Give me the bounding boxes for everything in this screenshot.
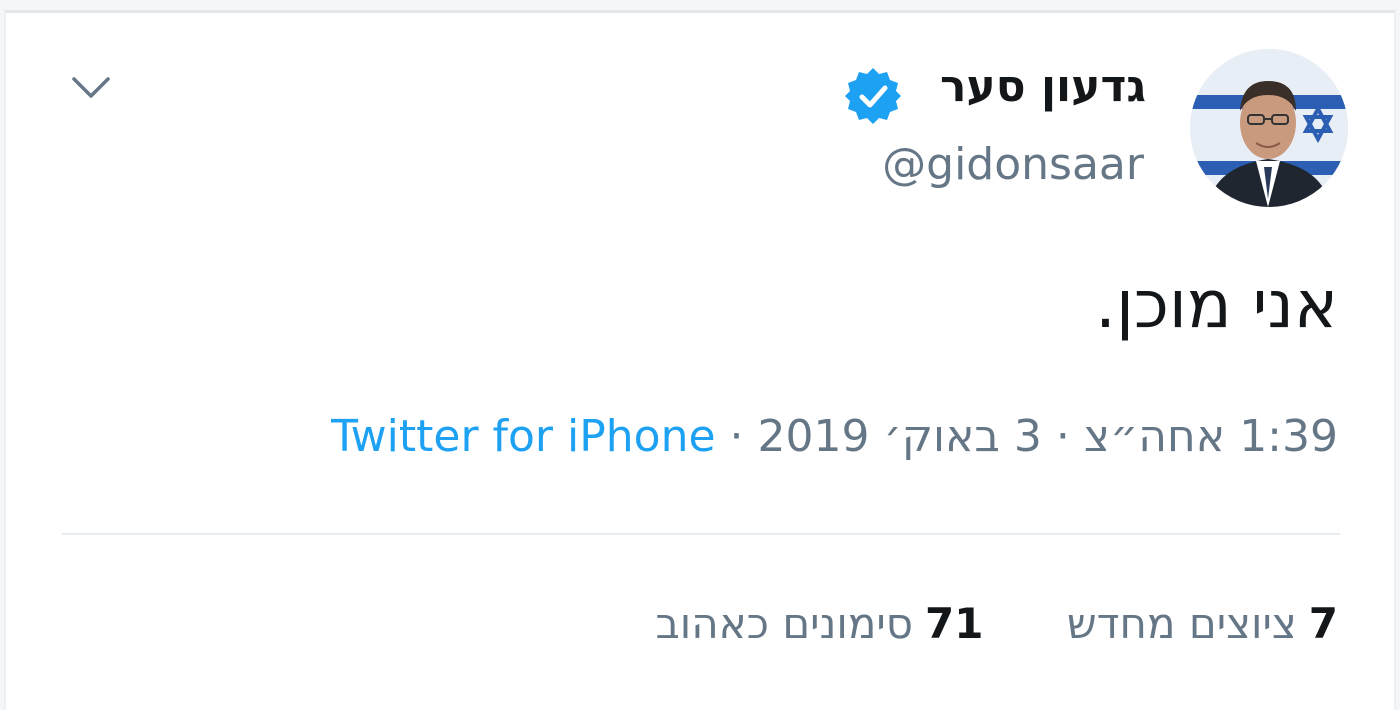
retweets-label: ציוצים מחדש	[1066, 599, 1297, 648]
tweet-source-link[interactable]: Twitter for iPhone	[331, 411, 715, 462]
tweet-meta: 1:39 אחה״צ · 3 באוק׳ 2019 · Twitter for iPho…	[331, 411, 1338, 462]
likes-label: סימונים כאהוב	[655, 599, 914, 648]
tweet-time[interactable]: 1:39 אחה״צ	[1084, 411, 1338, 462]
display-name[interactable]: גדעון סער	[940, 62, 1146, 111]
divider	[62, 533, 1340, 535]
meta-separator: ·	[729, 411, 744, 462]
verified-badge-icon	[842, 65, 904, 127]
chevron-down-icon[interactable]	[68, 65, 114, 111]
tweet-date[interactable]: 3 באוק׳ 2019	[758, 411, 1042, 462]
tweet-stats: 7ציוצים מחדש 71סימונים כאהוב	[655, 599, 1338, 648]
user-handle[interactable]: @gidonsaar	[882, 140, 1144, 189]
retweets-stat[interactable]: 7ציוצים מחדש	[1066, 599, 1338, 648]
likes-stat[interactable]: 71סימונים כאהוב	[655, 599, 984, 648]
meta-separator: ·	[1055, 411, 1070, 462]
tweet-text: אני מוכן.	[1095, 266, 1338, 343]
retweets-count: 7	[1308, 599, 1338, 648]
avatar[interactable]	[1190, 49, 1348, 207]
tweet-card: גדעון סער @gidonsaar אני מוכן. 1:39 אחה״…	[4, 10, 1396, 710]
likes-count: 71	[925, 599, 984, 648]
